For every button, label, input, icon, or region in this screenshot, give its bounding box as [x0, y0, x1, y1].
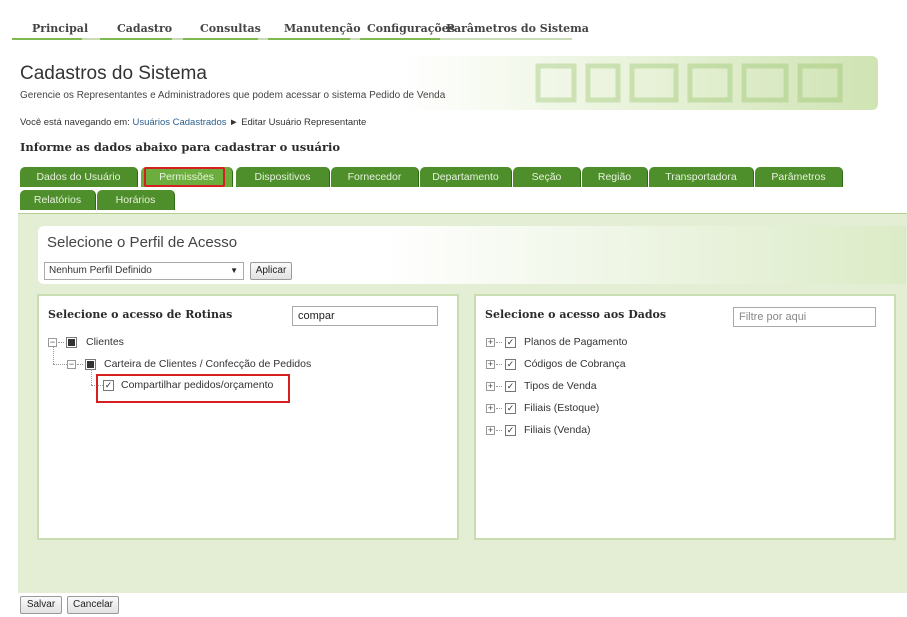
- tree-connector: [53, 346, 54, 364]
- routines-panel: [37, 294, 459, 540]
- nav-underline: [183, 38, 258, 40]
- routines-title: Selecione o acesso de Rotinas: [48, 308, 233, 321]
- checked-checkbox[interactable]: ✓: [505, 337, 516, 348]
- tab-secao[interactable]: Seção: [513, 167, 581, 187]
- tab-parametros[interactable]: Parâmetros: [755, 167, 843, 187]
- expand-icon[interactable]: +: [486, 338, 495, 347]
- data-item-tipos-venda[interactable]: + ✓ Tipos de Venda: [486, 378, 686, 394]
- chevron-down-icon: ▼: [230, 266, 238, 275]
- nav-parametros-sistema[interactable]: Parâmetros do Sistema: [446, 22, 589, 35]
- nav-cadastro[interactable]: Cadastro: [117, 22, 172, 35]
- tree-label: Carteira de Clientes / Confecção de Pedi…: [104, 358, 312, 370]
- tree-connector: [496, 408, 502, 409]
- data-item-filiais-venda[interactable]: + ✓ Filiais (Venda): [486, 422, 686, 438]
- tree-connector: [58, 342, 64, 343]
- breadcrumb-current: Editar Usuário Representante: [241, 117, 367, 128]
- tree-connector: [53, 364, 67, 365]
- tree-connector: [496, 364, 502, 365]
- tree-label: Filiais (Venda): [524, 424, 591, 436]
- tree-label: Planos de Pagamento: [524, 336, 628, 348]
- breadcrumb-separator: ►: [229, 117, 239, 128]
- routine-highlight-box: [96, 374, 290, 403]
- partial-checkbox[interactable]: [66, 337, 77, 348]
- nav-configuracoes[interactable]: Configurações: [367, 22, 455, 35]
- checked-checkbox[interactable]: ✓: [505, 381, 516, 392]
- form-title: Informe as dados abaixo para cadastrar o…: [20, 140, 341, 154]
- expand-icon[interactable]: +: [486, 360, 495, 369]
- data-item-planos-pagamento[interactable]: + ✓ Planos de Pagamento: [486, 334, 686, 350]
- tree-node-clientes[interactable]: − Clientes: [48, 334, 248, 350]
- tree-label: Tipos de Venda: [524, 380, 597, 392]
- tab-horarios[interactable]: Horários: [97, 190, 175, 210]
- nav-underline: [12, 38, 82, 40]
- page-title: Cadastros do Sistema: [20, 63, 207, 84]
- expand-icon[interactable]: +: [486, 426, 495, 435]
- breadcrumb-link-usuarios[interactable]: Usuários Cadastrados: [133, 117, 227, 128]
- nav-underline: [360, 38, 440, 40]
- checked-checkbox[interactable]: ✓: [505, 403, 516, 414]
- data-item-codigos-cobranca[interactable]: + ✓ Códigos de Cobrança: [486, 356, 686, 372]
- tab-permissoes-highlight: [144, 167, 225, 187]
- tree-label: Códigos de Cobrança: [524, 358, 626, 370]
- tab-dados-usuario[interactable]: Dados do Usuário: [20, 167, 138, 187]
- profile-title: Selecione o Perfil de Acesso: [47, 234, 238, 251]
- top-navigation: Principal Cadastro Consultas Manutenção …: [0, 0, 907, 40]
- data-filter-input[interactable]: Filtre por aqui: [733, 307, 876, 327]
- nav-manutencao[interactable]: Manutenção: [284, 22, 361, 35]
- nav-underline: [100, 38, 172, 40]
- tab-regiao[interactable]: Região: [582, 167, 648, 187]
- tab-relatorios[interactable]: Relatórios: [20, 190, 96, 210]
- profile-select[interactable]: Nenhum Perfil Definido ▼: [44, 262, 244, 280]
- checked-checkbox[interactable]: ✓: [505, 425, 516, 436]
- tab-departamento[interactable]: Departamento: [420, 167, 512, 187]
- tree-label: Clientes: [86, 336, 124, 348]
- nav-underline: [268, 38, 350, 40]
- profile-select-value: Nenhum Perfil Definido: [49, 265, 152, 276]
- tab-dispositivos[interactable]: Dispositivos: [236, 167, 330, 187]
- expand-icon[interactable]: +: [486, 404, 495, 413]
- nav-consultas[interactable]: Consultas: [200, 22, 261, 35]
- routines-filter-input[interactable]: compar: [292, 306, 438, 326]
- tree-connector: [77, 364, 83, 365]
- page-subtitle: Gerencie os Representantes e Administrad…: [20, 90, 446, 101]
- breadcrumb: Você está navegando em: Usuários Cadastr…: [20, 117, 366, 128]
- tree-connector: [496, 386, 502, 387]
- tab-fornecedor[interactable]: Fornecedor: [331, 167, 419, 187]
- tab-transportadora[interactable]: Transportadora: [649, 167, 754, 187]
- tree-label: Filiais (Estoque): [524, 402, 600, 414]
- tree-connector: [91, 369, 92, 385]
- banner-decoration: [535, 63, 843, 103]
- collapse-icon[interactable]: −: [67, 360, 76, 369]
- data-access-panel: [474, 294, 896, 540]
- tree-node-carteira-clientes[interactable]: − Carteira de Clientes / Confecção de Pe…: [67, 356, 367, 372]
- save-button[interactable]: Salvar: [20, 596, 62, 614]
- tree-connector: [496, 342, 502, 343]
- data-item-filiais-estoque[interactable]: + ✓ Filiais (Estoque): [486, 400, 686, 416]
- apply-profile-button[interactable]: Aplicar: [250, 262, 292, 280]
- tree-connector: [496, 430, 502, 431]
- nav-principal[interactable]: Principal: [32, 22, 88, 35]
- data-access-title: Selecione o acesso aos Dados: [485, 308, 667, 321]
- breadcrumb-prefix: Você está navegando em:: [20, 117, 130, 128]
- expand-icon[interactable]: +: [486, 382, 495, 391]
- checked-checkbox[interactable]: ✓: [505, 359, 516, 370]
- cancel-button[interactable]: Cancelar: [67, 596, 119, 614]
